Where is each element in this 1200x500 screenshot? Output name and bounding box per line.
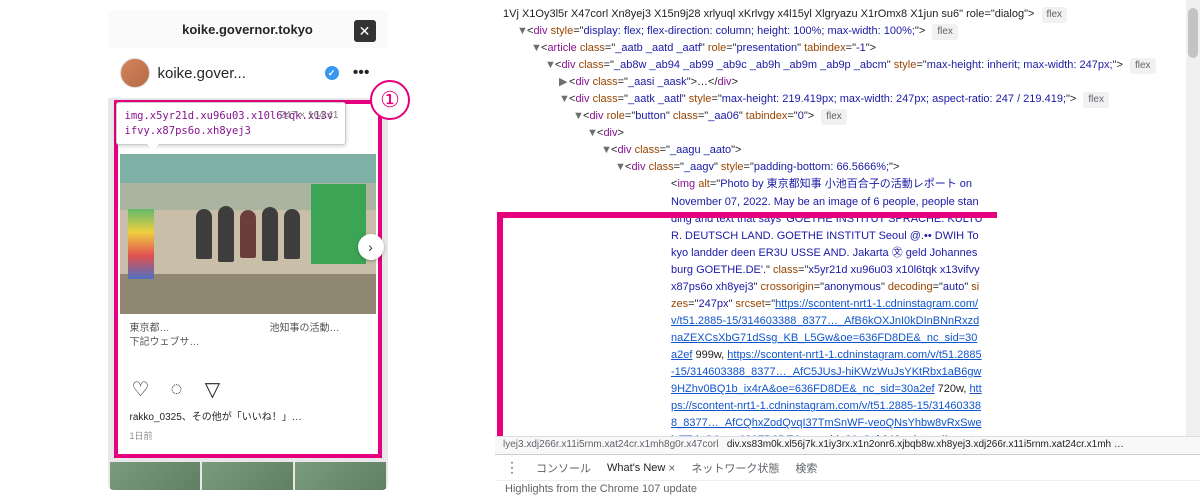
ig-username[interactable]: koike.gover... (158, 65, 317, 82)
tab-network[interactable]: ネットワーク状態 (691, 460, 779, 476)
ig-profile-row: koike.gover... ••• (108, 48, 388, 98)
share-icon[interactable]: ▽ (202, 378, 224, 400)
ig-grid (108, 460, 388, 490)
crumb-segment[interactable]: lyej3.xdj266r.x11i5rnm.xat24cr.x1mh8g0r.… (503, 439, 718, 450)
more-icon[interactable]: ••• (347, 64, 376, 82)
tooltip-dims: 247 × 164.41 (280, 109, 339, 122)
flex-badge[interactable]: flex (1130, 58, 1156, 74)
ig-time-text: 1日前 (120, 429, 376, 452)
verified-badge-icon (325, 66, 339, 80)
scrollbar-thumb[interactable] (1188, 8, 1198, 58)
avatar[interactable] (120, 58, 150, 88)
scrollbar[interactable] (1186, 0, 1200, 436)
elements-tree[interactable]: 1Vj X1Oy3l5r X47corl Xn8yej3 X15n9j28 xr… (495, 0, 1200, 436)
flex-badge[interactable]: flex (1083, 92, 1109, 108)
annotation-bracket (497, 212, 521, 436)
grid-thumb[interactable] (110, 462, 201, 490)
annotation-bracket-top (497, 212, 997, 218)
ig-actions: ♡ ◌ ▽ (120, 370, 376, 408)
like-icon[interactable]: ♡ (130, 378, 152, 400)
dom-line[interactable]: ▼<div> (503, 125, 1196, 142)
ig-header: koike.governor.tokyo ✕ (108, 10, 388, 48)
ig-likes-text: rakko_0325、その他が「いいね！」… (120, 408, 376, 429)
dom-line[interactable]: ▼<div role="button" class="_aa06" tabind… (503, 108, 1196, 125)
drawer-tabs: ⋮ コンソール What's New × ネットワーク状態 検索 (495, 454, 1200, 480)
dom-line[interactable]: ▼<div class="_aatk _aatl" style="max-hei… (503, 91, 1196, 108)
inspect-tooltip: img.x5yr21d.xu96u03.x10l6tqk.x13vifvy.x8… (116, 102, 346, 145)
comment-icon[interactable]: ◌ (166, 378, 188, 400)
highlight-box: img.x5yr21d.xu96u03.x10l6tqk.x13vifvy.x8… (114, 100, 382, 458)
close-icon[interactable]: × (668, 461, 675, 475)
carousel-next-icon[interactable]: › (358, 234, 384, 260)
drawer-menu-icon[interactable]: ⋮ (505, 459, 520, 476)
grid-thumb[interactable] (202, 462, 293, 490)
flex-badge[interactable]: flex (821, 109, 847, 125)
tab-search[interactable]: 検索 (795, 460, 817, 476)
dom-line[interactable]: ▶<div class="_aasi _aask">…</div> (503, 74, 1196, 91)
close-icon[interactable]: ✕ (354, 20, 376, 42)
grid-thumb[interactable] (295, 462, 386, 490)
dom-line[interactable]: ▼<div class="_ab8w _ab94 _ab99 _ab9c _ab… (503, 57, 1196, 74)
phone-frame: koike.governor.tokyo ✕ koike.gover... ••… (108, 10, 388, 490)
tab-whatsnew[interactable]: What's New × (607, 461, 675, 475)
tab-console[interactable]: コンソール (536, 460, 591, 476)
inspected-post: img.x5yr21d.xu96u03.x10l6tqk.x13vifvy.x8… (114, 100, 382, 458)
preview-panel: koike.governor.tokyo ✕ koike.gover... ••… (0, 0, 495, 500)
dom-line[interactable]: ▼<article class="_aatb _aatd _aatf" role… (503, 40, 1196, 57)
tooltip-arrow-icon (147, 144, 159, 150)
dom-line[interactable]: ▼<div style="display: flex; flex-directi… (503, 23, 1196, 40)
ig-header-title: koike.governor.tokyo (182, 22, 313, 37)
whatsnew-headline: Highlights from the Chrome 107 update (495, 480, 1200, 500)
crumb-segment[interactable]: div.xs83m0k.xl56j7k.x1iy3rx.x1n2onr6.xjb… (727, 439, 1124, 450)
dom-line[interactable]: ▼<div class="_aagv" style="padding-botto… (503, 159, 1196, 176)
flex-badge[interactable]: flex (932, 24, 958, 40)
dom-line[interactable]: 1Vj X1Oy3l5r X47corl Xn8yej3 X15n9j28 xr… (503, 6, 1196, 23)
flex-badge[interactable]: flex (1042, 7, 1068, 23)
ig-caption: 東京都… 池知事の活動… 下記ウェブサ… (120, 314, 376, 370)
breadcrumb[interactable]: lyej3.xdj266r.x11i5rnm.xat24cr.x1mh8g0r.… (495, 436, 1200, 454)
dom-line[interactable]: ▼<div class="_aagu _aato"> (503, 142, 1196, 159)
photo-banner-left (128, 209, 154, 279)
devtools-panel: 1Vj X1Oy3l5r X47corl Xn8yej3 X15n9j28 xr… (495, 0, 1200, 500)
photo-banner-right (311, 184, 366, 264)
ig-photo[interactable]: › (120, 154, 376, 314)
annotation-1: ① (370, 80, 410, 120)
